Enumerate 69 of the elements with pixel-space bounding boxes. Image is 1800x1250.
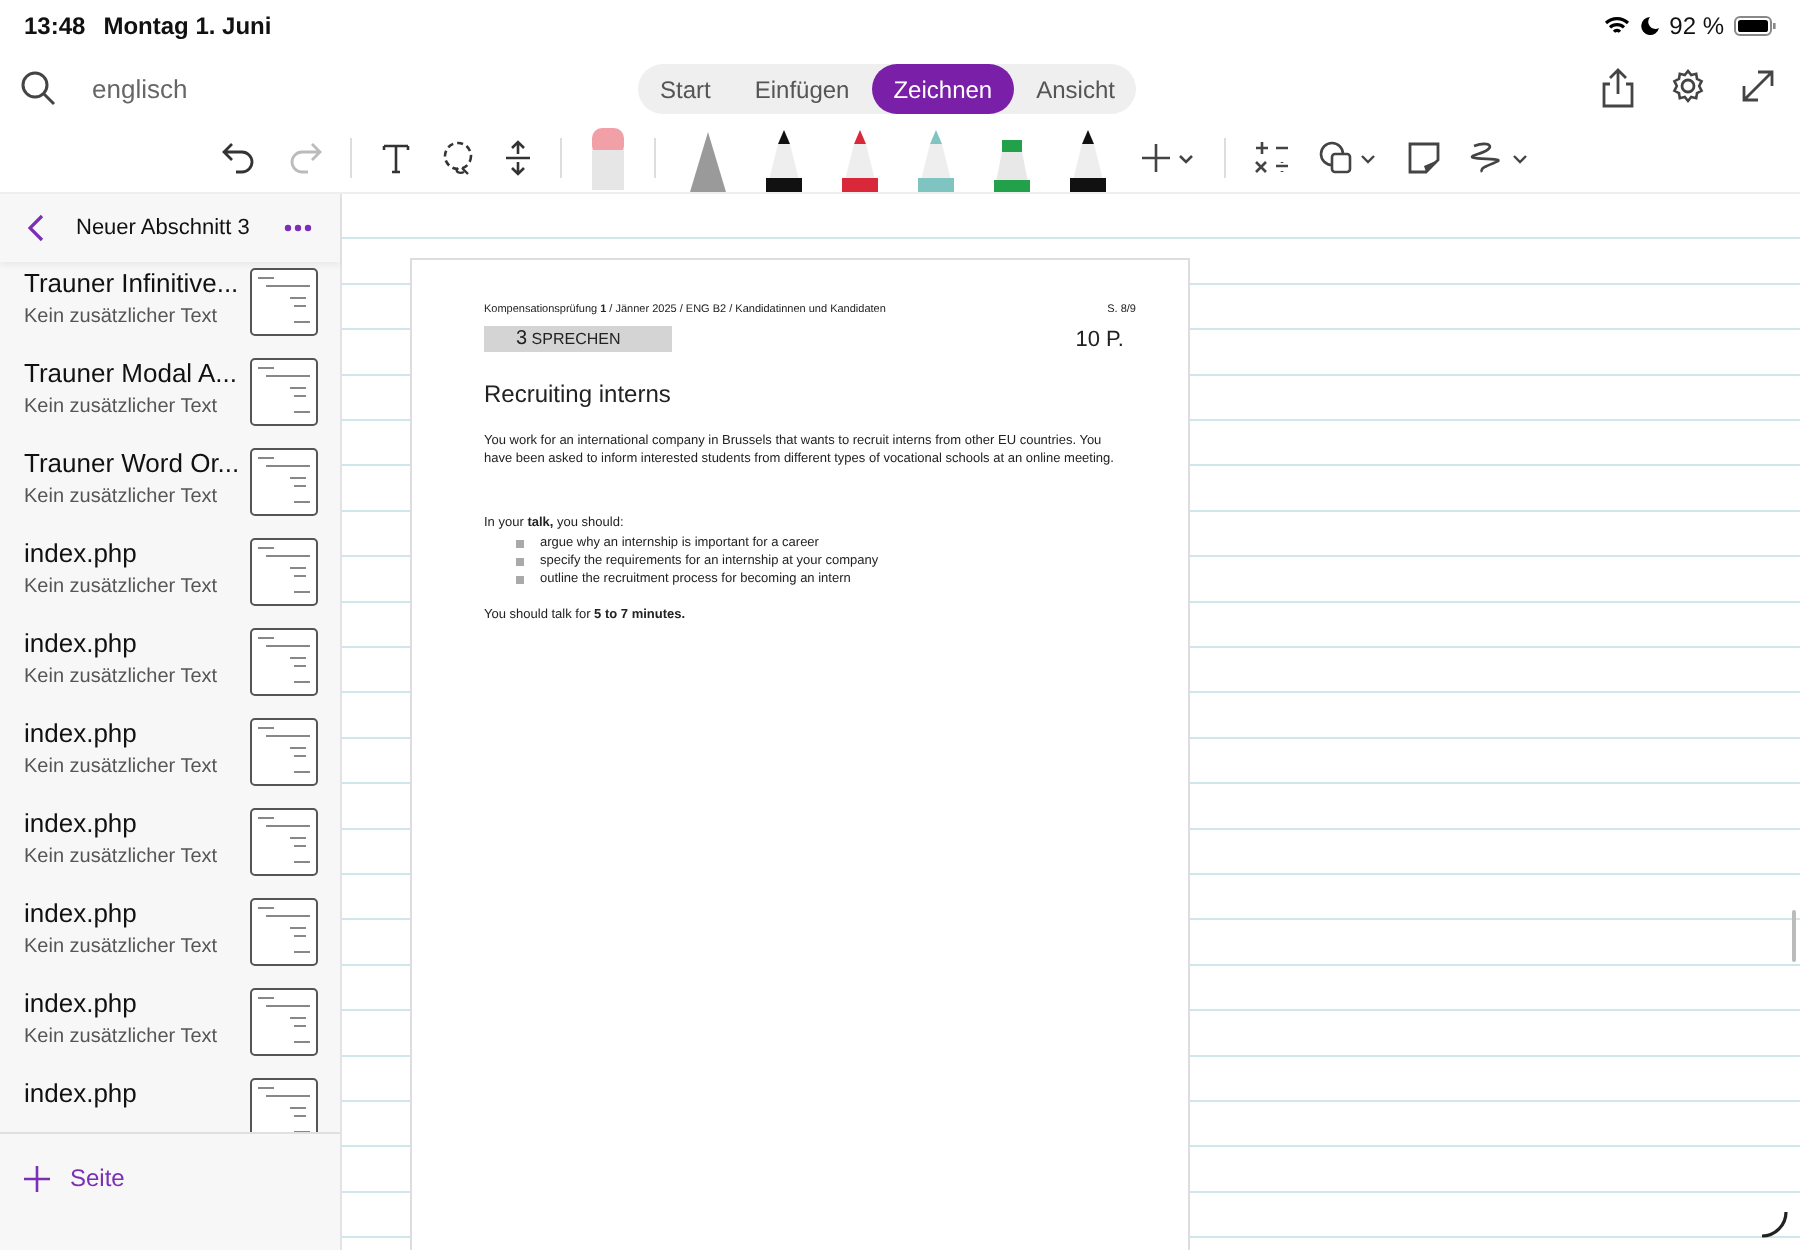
- more-icon[interactable]: [284, 224, 312, 232]
- spinner-icon: [1760, 1210, 1788, 1238]
- shapes-icon[interactable]: [1318, 140, 1378, 176]
- page-subtitle: Kein zusätzlicher Text: [24, 396, 220, 418]
- sticky-note-icon[interactable]: [1406, 140, 1442, 176]
- page-thumbnail[interactable]: [250, 808, 318, 876]
- page-subtitle: Kein zusätzlicher Text: [24, 666, 220, 688]
- pen-icon[interactable]: [1064, 128, 1112, 192]
- plus-icon[interactable]: [24, 1165, 50, 1191]
- undo-icon[interactable]: [222, 140, 258, 176]
- search-field[interactable]: englisch: [92, 73, 188, 103]
- bullet-square: [516, 557, 524, 566]
- page-title[interactable]: index.php: [24, 718, 250, 748]
- search-icon[interactable]: [20, 70, 56, 106]
- page-thumbnail[interactable]: [250, 538, 318, 606]
- ink-icon[interactable]: [1470, 140, 1530, 176]
- add-page-link[interactable]: Seite: [70, 1164, 125, 1192]
- status-date: Montag 1. Juni: [103, 12, 272, 40]
- ribbon-tab[interactable]: Ansicht: [1014, 64, 1137, 114]
- lasso-icon[interactable]: [440, 140, 476, 176]
- page-title[interactable]: Trauner Word Or...: [24, 448, 250, 478]
- page-thumbnail[interactable]: [250, 1078, 318, 1132]
- page-title[interactable]: Trauner Modal A...: [24, 358, 250, 388]
- page-subtitle: Kein zusätzlicher Text: [24, 1026, 220, 1048]
- ribbon-tab[interactable]: Einfügen: [732, 64, 872, 114]
- section-banner: 3 SPRECHEN: [484, 326, 672, 352]
- back-icon[interactable]: [28, 214, 46, 242]
- page-thumbnail[interactable]: [250, 898, 318, 966]
- page-subtitle: Kein zusätzlicher Text: [24, 306, 220, 328]
- page-subtitle: Kein zusätzlicher Text: [24, 936, 220, 958]
- page-subtitle: Kein zusätzlicher Text: [24, 846, 220, 868]
- pen-icon[interactable]: [760, 128, 808, 192]
- bullet-square: [516, 539, 524, 548]
- page-thumbnail[interactable]: [250, 628, 318, 696]
- points-label: 10 P.: [1075, 327, 1126, 351]
- page-title[interactable]: index.php: [24, 808, 250, 838]
- ribbon-tab[interactable]: Zeichnen: [871, 64, 1015, 114]
- wifi-icon: [1603, 16, 1630, 36]
- ribbon-tab[interactable]: Start: [638, 64, 733, 114]
- page-thumbnail[interactable]: [250, 448, 318, 516]
- math-icon[interactable]: [1254, 140, 1290, 176]
- pencil-icon[interactable]: [684, 128, 732, 192]
- settings-icon[interactable]: [1670, 68, 1706, 104]
- expand-icon[interactable]: [1740, 68, 1776, 104]
- moon-icon: [1639, 16, 1660, 36]
- page-thumbnail[interactable]: [250, 988, 318, 1056]
- status-time: 13:48: [24, 12, 86, 40]
- document-heading: Recruiting interns: [484, 380, 673, 408]
- page-subtitle: Kein zusätzlicher Text: [24, 486, 220, 508]
- text-icon[interactable]: [380, 142, 412, 174]
- page-thumbnail[interactable]: [250, 268, 318, 336]
- section-title: Neuer Abschnitt 3: [76, 216, 252, 240]
- battery-icon: [1734, 16, 1776, 36]
- page-title[interactable]: index.php: [24, 898, 250, 928]
- add-pen-icon[interactable]: [1140, 142, 1196, 174]
- bullet-square: [516, 575, 524, 584]
- page-title[interactable]: index.php: [24, 628, 250, 658]
- vertical-space-icon[interactable]: [504, 140, 532, 176]
- page-thumbnail[interactable]: [250, 718, 318, 786]
- page-title[interactable]: index.php: [24, 988, 250, 1018]
- page-title[interactable]: Trauner Infinitive...: [24, 268, 250, 298]
- page-title[interactable]: index.php: [24, 538, 250, 568]
- page-title[interactable]: index.php: [24, 1078, 250, 1108]
- page-subtitle: Kein zusätzlicher Text: [24, 576, 220, 598]
- share-icon[interactable]: [1600, 68, 1636, 108]
- page-subtitle: Kein zusätzlicher Text: [24, 756, 220, 778]
- battery-percent: 92 %: [1669, 12, 1724, 40]
- page-thumbnail[interactable]: [250, 358, 318, 426]
- scroll-indicator: [1792, 910, 1796, 962]
